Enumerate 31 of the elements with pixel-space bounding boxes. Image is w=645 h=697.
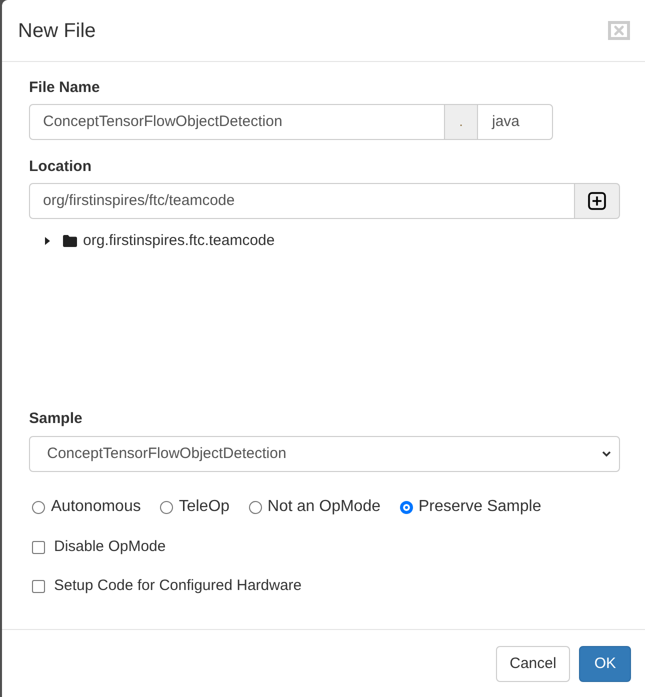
radio-label: TeleOp	[178, 497, 230, 517]
separator-addon: .	[445, 104, 477, 140]
close-icon	[608, 21, 630, 40]
add-folder-button[interactable]	[575, 183, 620, 219]
checkbox[interactable]	[32, 580, 45, 592]
tree-item[interactable]: org.firstinspires.ftc.teamcode	[43, 231, 275, 251]
dropdown-value: ConceptTensorFlowObjectDetection	[47, 444, 286, 464]
folder-icon	[63, 235, 77, 247]
field-label: Sample	[29, 409, 82, 429]
radio-button[interactable]	[160, 500, 173, 514]
plus-square-icon	[588, 192, 606, 210]
radio-button[interactable]	[248, 500, 262, 514]
checkbox-label: Setup Code for Configured Hardware	[54, 576, 302, 596]
field-label: File Name	[29, 78, 100, 98]
radio-label: Autonomous	[51, 497, 141, 517]
cancel-button[interactable]: Cancel	[496, 646, 570, 682]
sample-dropdown[interactable]: ConceptTensorFlowObjectDetection	[29, 436, 620, 472]
radio-button[interactable]	[400, 500, 412, 514]
dialog-title: New File	[18, 18, 96, 42]
radio-label: Preserve Sample	[418, 497, 542, 517]
tree-label: org.firstinspires.ftc.teamcode	[83, 231, 275, 251]
file-name-field[interactable]: ConceptTensorFlowObjectDetection	[29, 104, 445, 140]
ok-button[interactable]: OK	[579, 646, 631, 682]
radio-button[interactable]	[32, 500, 45, 514]
extension-field[interactable]: java	[477, 104, 553, 140]
checkbox-label: Disable OpMode	[54, 537, 166, 557]
location-field[interactable]: org/firstinspires/ftc/teamcode	[29, 183, 575, 219]
radio-label: Not an OpMode	[268, 497, 380, 517]
chevron-down-icon	[602, 451, 611, 457]
field-label: Location	[29, 157, 92, 177]
checkbox[interactable]	[32, 540, 45, 554]
